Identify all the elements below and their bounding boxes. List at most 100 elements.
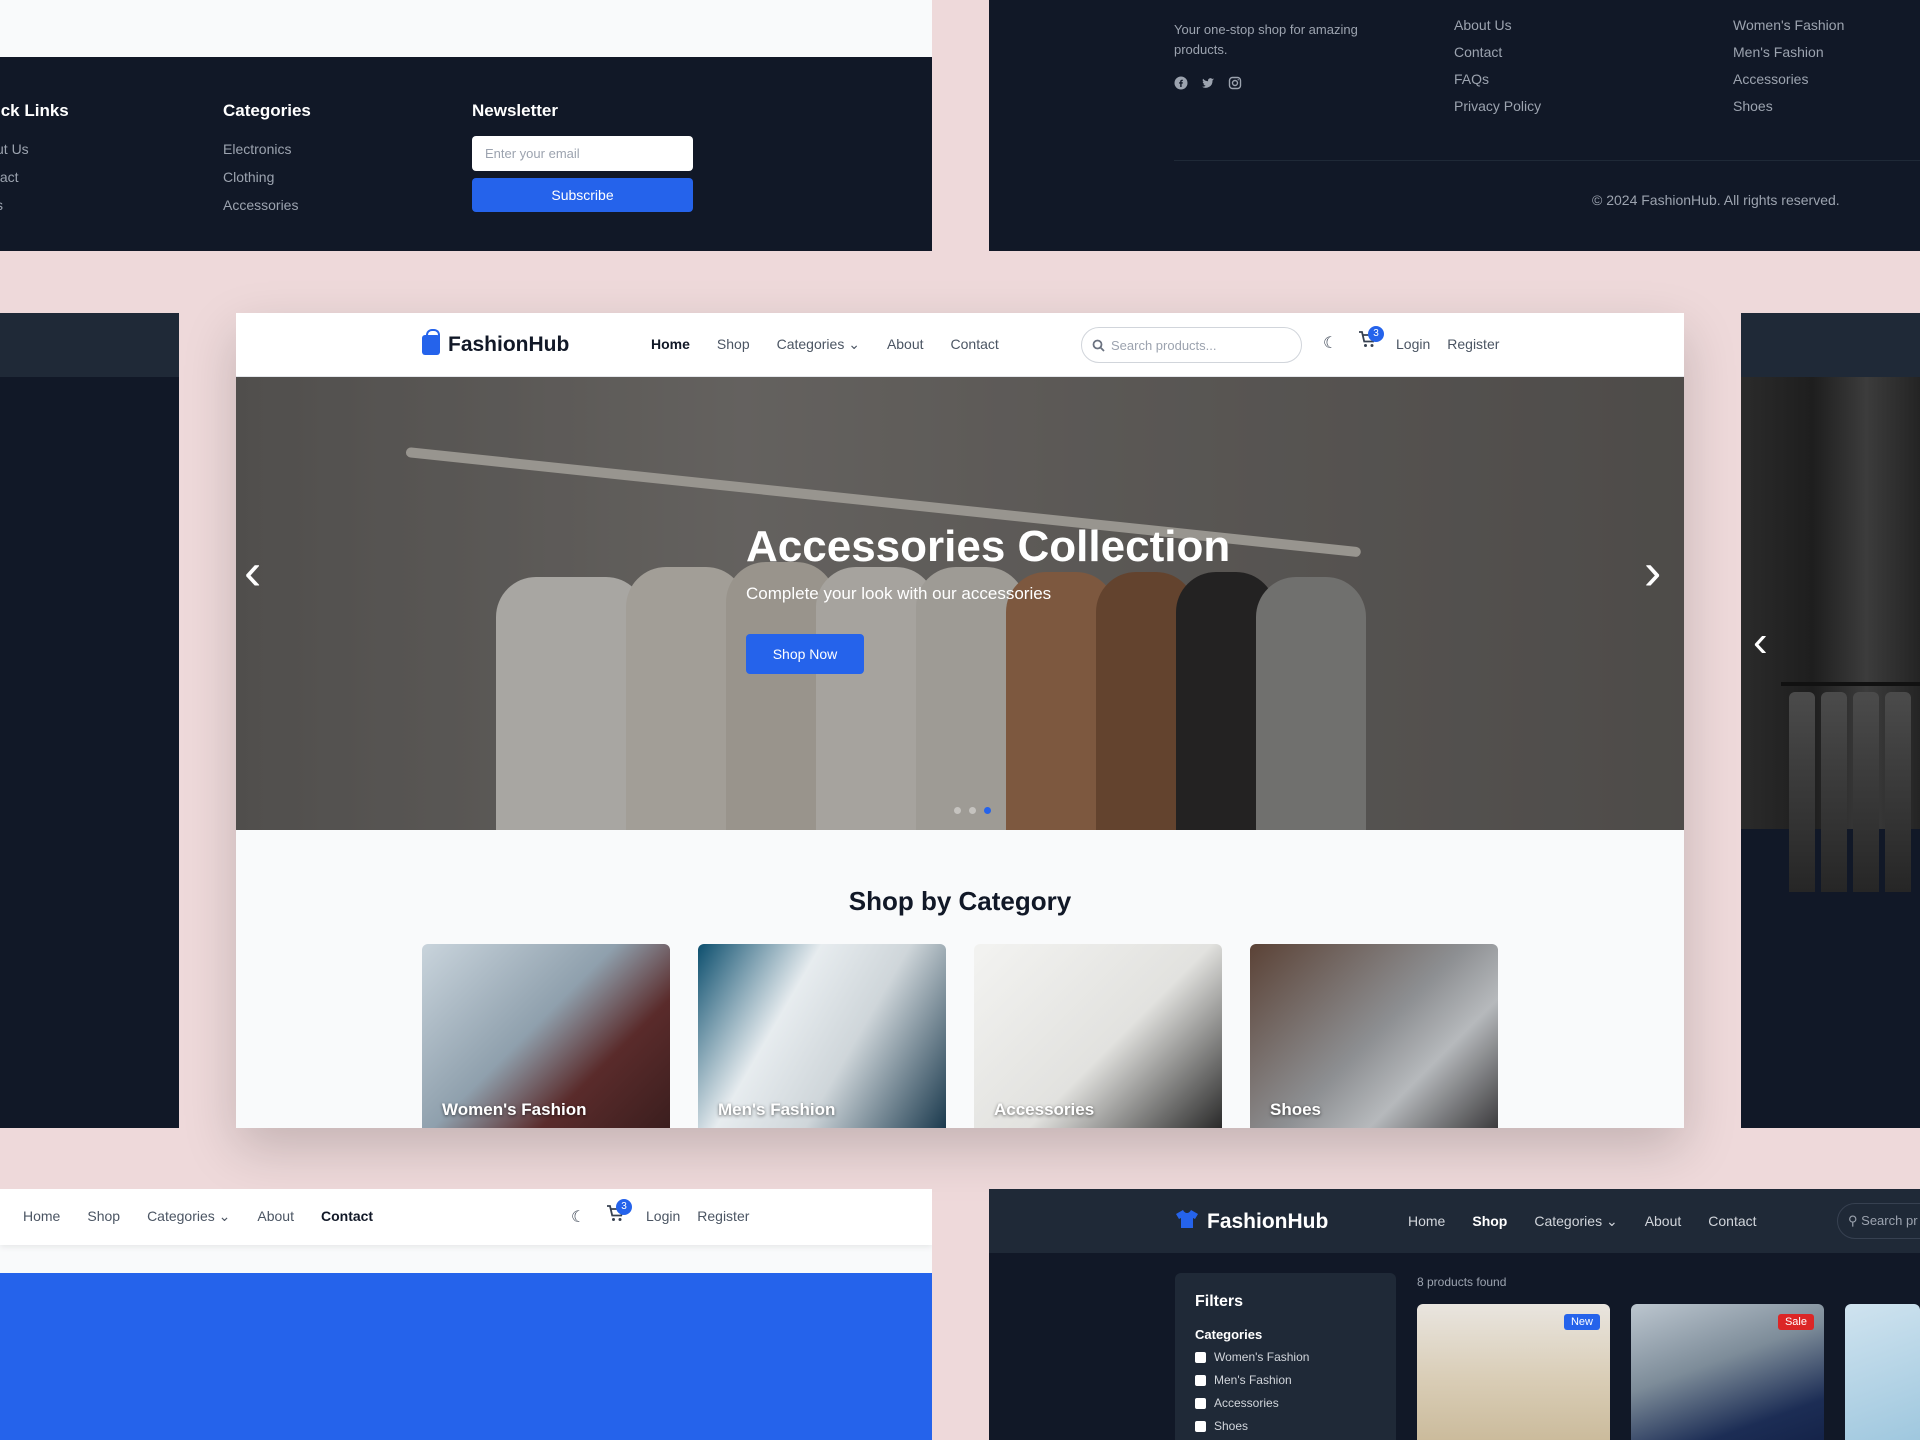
quick-links-title: ick Links — [0, 101, 69, 120]
side-preview-left — [0, 313, 179, 1128]
copyright: © 2024 FashionHub. All rights reserved. — [1592, 192, 1840, 208]
search-icon: ⚲ — [1848, 1213, 1858, 1228]
footer-link-faqs[interactable]: FAQs — [1454, 71, 1541, 87]
login-link[interactable]: Login — [646, 1208, 680, 1224]
filter-option-womens[interactable]: Women's Fashion — [1195, 1350, 1376, 1364]
nav-shop[interactable]: Shop — [717, 336, 750, 353]
side-preview-right: ‹ — [1741, 313, 1920, 1128]
footer-link-about-us[interactable]: About Us — [1454, 17, 1541, 33]
footer-category-mens[interactable]: Men's Fashion — [1733, 44, 1844, 60]
nav-contact[interactable]: Contact — [321, 1208, 373, 1225]
category-card-womens[interactable]: Women's Fashion — [422, 944, 670, 1128]
filter-option-accessories[interactable]: Accessories — [1195, 1396, 1376, 1410]
filter-option-shoes[interactable]: Shoes — [1195, 1419, 1376, 1433]
checkbox[interactable] — [1195, 1351, 1206, 1363]
brand-logo[interactable]: FashionHub — [1175, 1209, 1328, 1235]
category-card-accessories[interactable]: Accessories — [974, 944, 1222, 1128]
main-nav: Home Shop Categories ⌄ About Contact — [23, 1208, 373, 1225]
tshirt-icon — [1175, 1209, 1199, 1235]
category-card-label: Accessories — [994, 1100, 1095, 1119]
nav-about[interactable]: About — [1645, 1213, 1682, 1230]
footer-link-contact[interactable]: tact — [0, 169, 69, 185]
checkbox[interactable] — [1195, 1374, 1206, 1386]
footer-link-privacy[interactable]: Privacy Policy — [1454, 98, 1541, 114]
section-title: Shop by Category — [848, 886, 1072, 916]
subscribe-button[interactable]: Subscribe — [472, 178, 693, 212]
nav-categories[interactable]: Categories ⌄ — [777, 336, 860, 353]
chevron-down-icon: ⌄ — [218, 1208, 231, 1224]
nav-home[interactable]: Home — [651, 336, 690, 353]
nav-about[interactable]: About — [257, 1208, 294, 1225]
nav-categories[interactable]: Categories ⌄ — [1534, 1213, 1617, 1230]
nav-categories[interactable]: Categories ⌄ — [147, 1208, 230, 1225]
chevron-left-icon[interactable]: ‹ — [1753, 617, 1768, 667]
nav-shop[interactable]: Shop — [1472, 1213, 1507, 1230]
filters-title: Filters — [1195, 1293, 1244, 1310]
nav-contact[interactable]: Contact — [951, 336, 999, 353]
chevron-left-icon[interactable]: ‹ — [244, 542, 261, 602]
carousel-dot[interactable] — [969, 807, 976, 814]
filter-option-mens[interactable]: Men's Fashion — [1195, 1373, 1376, 1387]
nav-contact[interactable]: Contact — [1708, 1213, 1756, 1230]
category-card-label: Shoes — [1270, 1100, 1322, 1119]
footer-link-faqs[interactable]: s — [0, 197, 69, 213]
footer-category-accessories[interactable]: Accessories — [223, 197, 311, 213]
search-input[interactable]: Search products... — [1081, 327, 1302, 363]
footer-description: Your one-stop shop for amazing products. — [1174, 22, 1358, 57]
new-badge: New — [1563, 1314, 1600, 1330]
register-link[interactable]: Register — [697, 1208, 749, 1224]
nav-shop[interactable]: Shop — [87, 1208, 120, 1225]
nav-home[interactable]: Home — [1408, 1213, 1445, 1230]
moon-icon[interactable]: ☾ — [571, 1207, 585, 1227]
auth-links: Login Register — [646, 1208, 749, 1224]
newsletter-email-input[interactable]: Enter your email — [472, 136, 693, 171]
moon-icon[interactable]: ☾ — [1323, 333, 1337, 353]
category-card-mens[interactable]: Men's Fashion — [698, 944, 946, 1128]
quick-links-column: ick Links ut Us tact s — [0, 101, 69, 225]
filter-option-label: Shoes — [1214, 1419, 1249, 1433]
register-link[interactable]: Register — [1447, 336, 1499, 352]
category-card-label: Men's Fashion — [718, 1100, 836, 1119]
search-placeholder: Search products... — [1111, 337, 1217, 353]
carousel-dot[interactable] — [954, 807, 961, 814]
category-cards: Women's Fashion Men's Fashion Accessorie… — [422, 944, 1498, 1128]
hero-subtitle: Complete your look with our accessories — [746, 584, 1052, 603]
login-link[interactable]: Login — [1396, 336, 1430, 352]
side-preview-nav — [0, 313, 179, 377]
chevron-right-icon[interactable]: › — [1644, 542, 1661, 602]
footer-link-contact[interactable]: Contact — [1454, 44, 1541, 60]
checkbox[interactable] — [1195, 1420, 1206, 1432]
brand-name: FashionHub — [448, 333, 570, 356]
brand-logo[interactable]: FashionHub — [422, 329, 570, 357]
checkbox[interactable] — [1195, 1397, 1206, 1409]
instagram-icon[interactable] — [1228, 76, 1242, 90]
newsletter-title: Newsletter — [472, 101, 558, 120]
cart-count-badge: 3 — [616, 1199, 632, 1215]
footer-category-electronics[interactable]: Electronics — [223, 141, 311, 157]
footer-category-womens[interactable]: Women's Fashion — [1733, 17, 1844, 33]
product-card[interactable]: Sale — [1631, 1304, 1824, 1440]
nav-about[interactable]: About — [887, 336, 924, 353]
twitter-icon[interactable] — [1201, 76, 1215, 90]
filters-panel: Filters Categories Women's Fashion Men's… — [1175, 1273, 1396, 1440]
footer-link-about[interactable]: ut Us — [0, 141, 69, 157]
carousel-dot-active[interactable] — [984, 807, 991, 814]
categories-column: Categories Electronics Clothing Accessor… — [223, 101, 311, 225]
side-preview-hero: ‹ — [1741, 377, 1920, 892]
search-input[interactable]: ⚲ Search pr — [1837, 1203, 1920, 1239]
category-card-shoes[interactable]: Shoes — [1250, 944, 1498, 1128]
search-placeholder: Search pr — [1861, 1213, 1918, 1228]
nav-home[interactable]: Home — [23, 1208, 60, 1225]
footer-category-clothing[interactable]: Clothing — [223, 169, 311, 185]
product-card[interactable] — [1845, 1304, 1920, 1440]
filter-option-label: Accessories — [1214, 1396, 1279, 1410]
footer-category-accessories[interactable]: Accessories — [1733, 71, 1844, 87]
product-card[interactable]: New — [1417, 1304, 1610, 1440]
footer-divider — [1174, 160, 1920, 161]
facebook-icon[interactable] — [1174, 76, 1188, 90]
footer: ick Links ut Us tact s Categories Electr… — [0, 57, 932, 251]
footer-links-column: About Us Contact FAQs Privacy Policy — [1454, 17, 1541, 125]
footer-category-shoes[interactable]: Shoes — [1733, 98, 1844, 114]
shop-now-button[interactable]: Shop Now — [746, 634, 864, 674]
navbar: FashionHub Home Shop Categories ⌄ About … — [989, 1189, 1920, 1253]
